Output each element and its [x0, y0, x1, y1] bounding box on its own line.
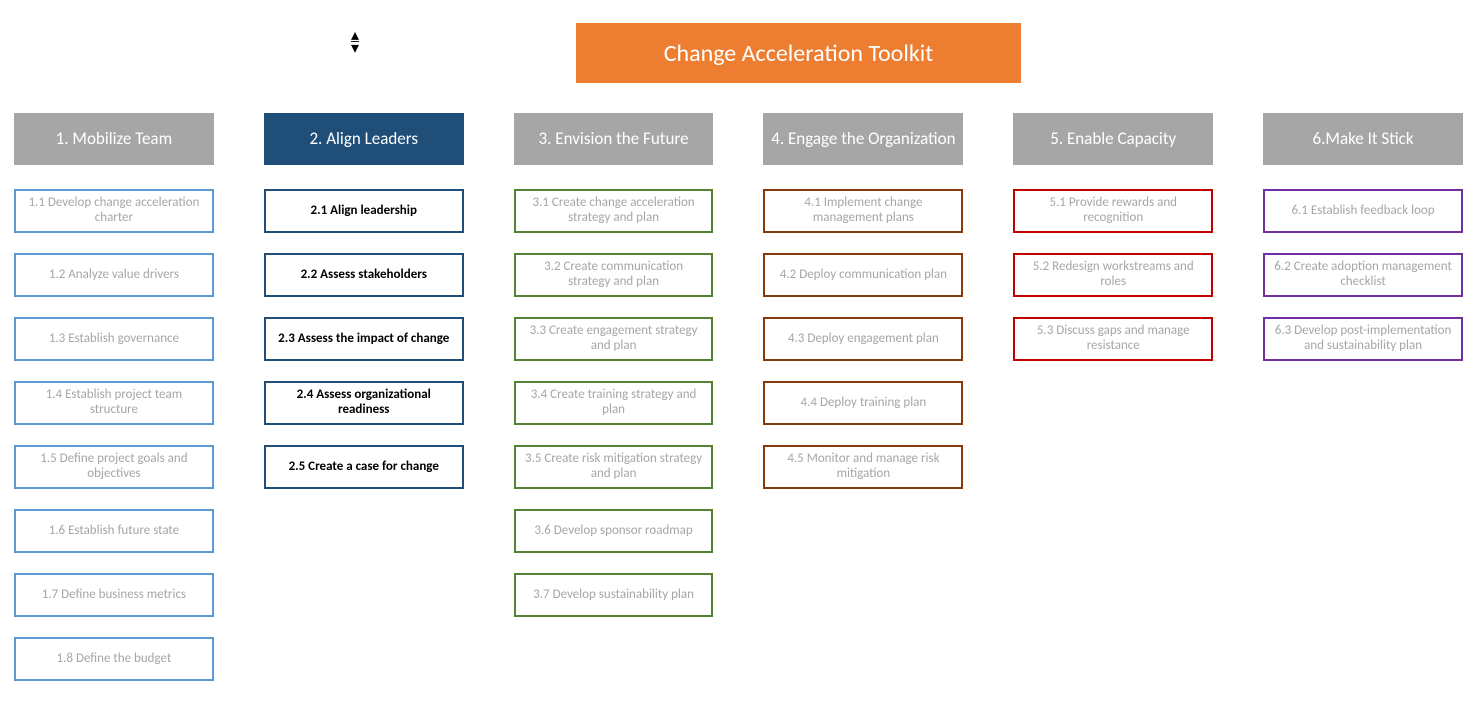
toolkit-item[interactable]: 2.4 Assess organizational readiness	[264, 381, 464, 425]
toolkit-item[interactable]: 4.5 Monitor and manage risk mitigation	[763, 445, 963, 489]
toolkit-item[interactable]: 4.1 Implement change management plans	[763, 189, 963, 233]
toolkit-item[interactable]: 1.8 Define the budget	[14, 637, 214, 681]
column-header-text: 6.Make It Stick	[1313, 130, 1414, 149]
column-items: 6.1 Establish feedback loop 6.2 Create a…	[1263, 189, 1463, 361]
toolkit-item[interactable]: 4.3 Deploy engagement plan	[763, 317, 963, 361]
toolkit-item[interactable]: 2.5 Create a case for change	[264, 445, 464, 489]
column-header[interactable]: 5. Enable Capacity	[1013, 113, 1213, 165]
toolkit-item[interactable]: 6.1 Establish feedback loop	[1263, 189, 1463, 233]
column-items: 5.1 Provide rewards and recognition 5.2 …	[1013, 189, 1213, 361]
toolkit-item[interactable]: 1.4 Establish project team structure	[14, 381, 214, 425]
column-engage-org: 4. Engage the Organization 4.1 Implement…	[763, 113, 963, 681]
column-items: 2.1 Align leadership 2.2 Assess stakehol…	[264, 189, 464, 489]
column-enable-capacity: 5. Enable Capacity 5.1 Provide rewards a…	[1013, 113, 1213, 681]
column-items: 1.1 Develop change acceleration charter …	[14, 189, 214, 681]
toolkit-item[interactable]: 3.4 Create training strategy and plan	[514, 381, 714, 425]
column-mobilize-team: 1. Mobilize Team 1.1 Develop change acce…	[14, 113, 214, 681]
column-align-leaders: 2. Align Leaders 2.1 Align leadership 2.…	[264, 113, 464, 681]
column-header-text: 3. Envision the Future	[539, 130, 689, 149]
column-header[interactable]: 1. Mobilize Team	[14, 113, 214, 165]
column-header-text: 4. Engage the Organization	[771, 130, 955, 149]
column-header-text: 1. Mobilize Team	[56, 130, 172, 149]
toolkit-item[interactable]: 2.3 Assess the impact of change	[264, 317, 464, 361]
column-items: 4.1 Implement change management plans 4.…	[763, 189, 963, 489]
toolkit-item[interactable]: 5.2 Redesign workstreams and roles	[1013, 253, 1213, 297]
toolkit-item[interactable]: 3.3 Create engagement strategy and plan	[514, 317, 714, 361]
toolkit-item[interactable]: 1.2 Analyze value drivers	[14, 253, 214, 297]
column-header[interactable]: 3. Envision the Future	[514, 113, 714, 165]
toolkit-item[interactable]: 2.2 Assess stakeholders	[264, 253, 464, 297]
toolkit-item[interactable]: 1.7 Define business metrics	[14, 573, 214, 617]
column-make-it-stick: 6.Make It Stick 6.1 Establish feedback l…	[1263, 113, 1463, 681]
page-title-text: Change Acceleration Toolkit	[664, 39, 934, 68]
page-title: Change Acceleration Toolkit	[576, 23, 1021, 83]
toolkit-item[interactable]: 6.3 Develop post-implementation and sust…	[1263, 317, 1463, 361]
toolkit-item[interactable]: 5.1 Provide rewards and recognition	[1013, 189, 1213, 233]
column-envision-future: 3. Envision the Future 3.1 Create change…	[514, 113, 714, 681]
toolkit-item[interactable]: 2.1 Align leadership	[264, 189, 464, 233]
toolkit-item[interactable]: 3.1 Create change acceleration strategy …	[514, 189, 714, 233]
toolkit-item[interactable]: 6.2 Create adoption management checklist	[1263, 253, 1463, 297]
toolkit-item[interactable]: 4.4 Deploy training plan	[763, 381, 963, 425]
toolkit-item[interactable]: 1.5 Define project goals and objectives	[14, 445, 214, 489]
toolkit-item[interactable]: 5.3 Discuss gaps and manage resistance	[1013, 317, 1213, 361]
column-header[interactable]: 4. Engage the Organization	[763, 113, 963, 165]
toolkit-item[interactable]: 3.7 Develop sustainability plan	[514, 573, 714, 617]
column-header[interactable]: 2. Align Leaders	[264, 113, 464, 165]
toolkit-item[interactable]: 3.5 Create risk mitigation strategy and …	[514, 445, 714, 489]
column-header-text: 2. Align Leaders	[309, 130, 418, 149]
columns-container: 1. Mobilize Team 1.1 Develop change acce…	[14, 113, 1463, 681]
toolkit-item[interactable]: 4.2 Deploy communication plan	[763, 253, 963, 297]
column-items: 3.1 Create change acceleration strategy …	[514, 189, 714, 617]
toolkit-item[interactable]: 3.2 Create communication strategy and pl…	[514, 253, 714, 297]
column-header[interactable]: 6.Make It Stick	[1263, 113, 1463, 165]
toolkit-item[interactable]: 3.6 Develop sponsor roadmap	[514, 509, 714, 553]
toolkit-item[interactable]: 1.3 Establish governance	[14, 317, 214, 361]
row-resize-icon[interactable]: ▴─▾	[351, 33, 358, 52]
column-header-text: 5. Enable Capacity	[1050, 130, 1176, 149]
toolkit-item[interactable]: 1.6 Establish future state	[14, 509, 214, 553]
toolkit-item[interactable]: 1.1 Develop change acceleration charter	[14, 189, 214, 233]
